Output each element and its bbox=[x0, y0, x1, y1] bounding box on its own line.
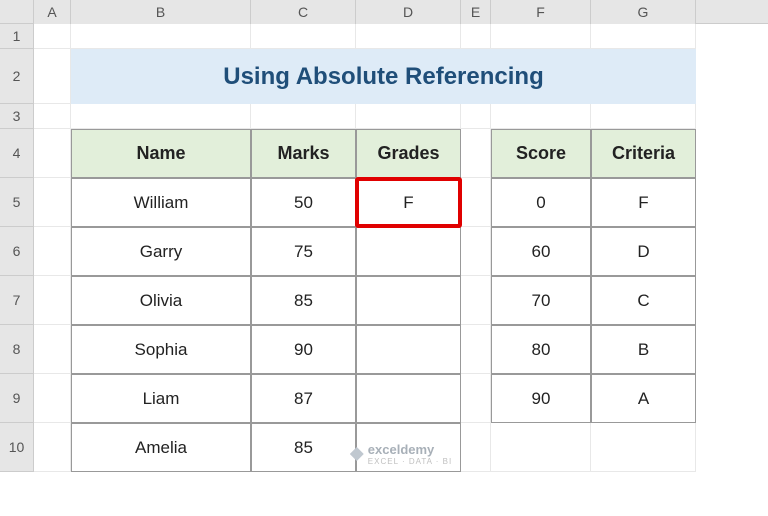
cell[interactable] bbox=[591, 104, 696, 129]
header-criteria[interactable]: Criteria bbox=[591, 129, 696, 178]
table-row[interactable]: 90 bbox=[251, 325, 356, 374]
row-header-8[interactable]: 8 bbox=[0, 325, 34, 374]
row-headers: 1 2 3 4 5 6 7 8 9 10 bbox=[0, 24, 34, 472]
cell[interactable] bbox=[461, 104, 491, 129]
table-row[interactable]: A bbox=[591, 374, 696, 423]
table-row[interactable]: Olivia bbox=[71, 276, 251, 325]
col-header-a[interactable]: A bbox=[34, 0, 71, 24]
col-header-d[interactable]: D bbox=[356, 0, 461, 24]
cell[interactable] bbox=[34, 104, 71, 129]
table-row[interactable] bbox=[356, 227, 461, 276]
cell[interactable] bbox=[71, 24, 251, 49]
row-header-7[interactable]: 7 bbox=[0, 276, 34, 325]
cell[interactable] bbox=[34, 24, 71, 49]
cell[interactable] bbox=[251, 24, 356, 49]
table-row[interactable]: 0 bbox=[491, 178, 591, 227]
row-header-2[interactable]: 2 bbox=[0, 49, 34, 104]
column-headers: A B C D E F G bbox=[0, 0, 768, 24]
table-row[interactable] bbox=[356, 374, 461, 423]
col-header-e[interactable]: E bbox=[461, 0, 491, 24]
cells-area: Using Absolute Referencing Name Marks Gr… bbox=[34, 24, 768, 472]
spreadsheet-grid: A B C D E F G 1 2 3 4 5 6 7 8 9 10 bbox=[0, 0, 768, 516]
table-row[interactable]: C bbox=[591, 276, 696, 325]
row-header-4[interactable]: 4 bbox=[0, 129, 34, 178]
cell[interactable] bbox=[34, 129, 71, 178]
cell[interactable] bbox=[461, 374, 491, 423]
table-row[interactable]: 90 bbox=[491, 374, 591, 423]
table-row[interactable] bbox=[356, 325, 461, 374]
cell[interactable] bbox=[34, 423, 71, 472]
table-row[interactable]: Garry bbox=[71, 227, 251, 276]
header-name[interactable]: Name bbox=[71, 129, 251, 178]
watermark-brand: exceldemy bbox=[368, 442, 452, 457]
select-all-corner[interactable] bbox=[0, 0, 34, 24]
header-score[interactable]: Score bbox=[491, 129, 591, 178]
cell[interactable] bbox=[34, 276, 71, 325]
row-header-10[interactable]: 10 bbox=[0, 423, 34, 472]
table-row[interactable]: 75 bbox=[251, 227, 356, 276]
table-row[interactable]: Sophia bbox=[71, 325, 251, 374]
cell[interactable] bbox=[461, 24, 491, 49]
highlighted-grade-cell[interactable]: F bbox=[356, 178, 461, 227]
cell[interactable] bbox=[34, 49, 71, 104]
row-header-1[interactable]: 1 bbox=[0, 24, 34, 49]
table-row[interactable]: Amelia bbox=[71, 423, 251, 472]
col-header-c[interactable]: C bbox=[251, 0, 356, 24]
col-header-f[interactable]: F bbox=[491, 0, 591, 24]
table-row[interactable] bbox=[356, 276, 461, 325]
cell[interactable] bbox=[34, 227, 71, 276]
cell[interactable] bbox=[461, 423, 491, 472]
cell[interactable] bbox=[461, 325, 491, 374]
table-row[interactable]: William bbox=[71, 178, 251, 227]
table-row[interactable]: 85 bbox=[251, 423, 356, 472]
cell[interactable] bbox=[491, 104, 591, 129]
cell[interactable] bbox=[251, 104, 356, 129]
cell[interactable] bbox=[461, 227, 491, 276]
cell[interactable] bbox=[591, 423, 696, 472]
cell[interactable] bbox=[591, 24, 696, 49]
table-row[interactable]: 80 bbox=[491, 325, 591, 374]
cell[interactable] bbox=[34, 325, 71, 374]
table-row[interactable]: F bbox=[591, 178, 696, 227]
cell[interactable] bbox=[71, 104, 251, 129]
page-title[interactable]: Using Absolute Referencing bbox=[71, 49, 696, 104]
row-header-9[interactable]: 9 bbox=[0, 374, 34, 423]
watermark-icon bbox=[350, 447, 364, 461]
row-header-3[interactable]: 3 bbox=[0, 104, 34, 129]
table-row[interactable]: 87 bbox=[251, 374, 356, 423]
table-row[interactable]: 60 bbox=[491, 227, 591, 276]
col-header-g[interactable]: G bbox=[591, 0, 696, 24]
table-row[interactable]: Liam bbox=[71, 374, 251, 423]
watermark-tagline: EXCEL · DATA · BI bbox=[368, 457, 452, 466]
cell[interactable] bbox=[356, 104, 461, 129]
table-row[interactable]: 70 bbox=[491, 276, 591, 325]
table-row[interactable]: B bbox=[591, 325, 696, 374]
cell[interactable] bbox=[491, 423, 591, 472]
row-header-5[interactable]: 5 bbox=[0, 178, 34, 227]
table-row[interactable]: D bbox=[591, 227, 696, 276]
cell[interactable] bbox=[461, 129, 491, 178]
watermark: exceldemy EXCEL · DATA · BI bbox=[350, 442, 452, 466]
row-header-6[interactable]: 6 bbox=[0, 227, 34, 276]
cell[interactable] bbox=[356, 24, 461, 49]
table-row[interactable]: 50 bbox=[251, 178, 356, 227]
col-header-b[interactable]: B bbox=[71, 0, 251, 24]
cell[interactable] bbox=[34, 178, 71, 227]
header-marks[interactable]: Marks bbox=[251, 129, 356, 178]
cell[interactable] bbox=[491, 24, 591, 49]
header-grades[interactable]: Grades bbox=[356, 129, 461, 178]
cell[interactable] bbox=[461, 178, 491, 227]
cell[interactable] bbox=[34, 374, 71, 423]
table-row[interactable]: 85 bbox=[251, 276, 356, 325]
cell[interactable] bbox=[461, 276, 491, 325]
